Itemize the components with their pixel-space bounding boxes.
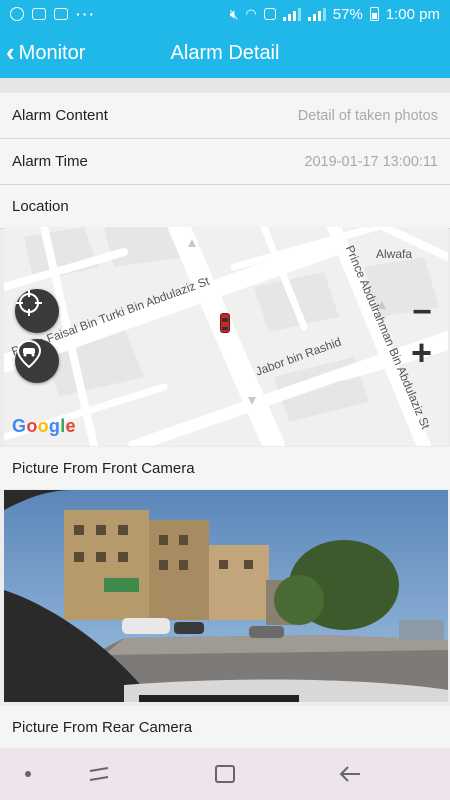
area-label: Alwafa — [376, 247, 413, 261]
back-label: Monitor — [18, 41, 86, 64]
location-label-text: Location — [12, 198, 69, 215]
alarm-time-row: Alarm Time 2019-01-17 13:00:11 — [0, 139, 450, 185]
zoom-in-button[interactable]: + — [411, 335, 432, 371]
alarm-time-label: Alarm Time — [12, 153, 88, 170]
car-pin-icon — [16, 339, 42, 369]
front-camera-image — [4, 490, 448, 702]
rear-camera-label: Picture From Rear Camera — [0, 706, 450, 748]
dot-icon[interactable] — [16, 762, 40, 786]
clock: 1:00 pm — [385, 5, 440, 23]
location-map[interactable]: Prince Faisal Bin Turki Bin Abdulaziz St… — [4, 227, 448, 446]
alarm-content-row: Alarm Content Detail of taken photos — [0, 93, 450, 139]
locate-target-button[interactable] — [15, 289, 59, 333]
alarm-time-value: 2019-01-17 13:00:11 — [304, 153, 438, 170]
crosshair-icon — [16, 290, 42, 316]
alarm-content-label: Alarm Content — [12, 107, 108, 124]
signal-icon — [307, 7, 326, 21]
detail-list: Alarm Content Detail of taken photos Ala… — [0, 78, 450, 229]
recent-apps-button[interactable] — [87, 762, 111, 786]
home-button[interactable] — [213, 762, 237, 786]
nav-bar: ‹ Monitor Alarm Detail — [0, 28, 450, 78]
status-bar: ··· 🔇︎ ◠ 57% 1:00 pm — [0, 0, 450, 28]
wifi-icon: ◠ — [245, 6, 257, 21]
recents-icon — [89, 767, 109, 781]
front-camera-photo[interactable] — [4, 490, 448, 702]
rear-camera-label-text: Picture From Rear Camera — [12, 718, 193, 736]
google-logo: Google — [12, 416, 76, 436]
divider — [0, 78, 450, 93]
location-label: Location — [0, 185, 450, 229]
home-icon — [215, 765, 235, 783]
system-nav-bar — [0, 748, 450, 800]
chevron-left-icon: ‹ — [6, 36, 15, 67]
front-camera-label: Picture From Front Camera — [0, 447, 450, 489]
volte-icon — [263, 8, 276, 20]
battery-percent: 57% — [332, 5, 363, 23]
alarm-content-value: Detail of taken photos — [297, 107, 438, 124]
whatsapp-icon — [10, 7, 24, 21]
arrow-left-icon — [339, 766, 360, 782]
battery-icon — [369, 7, 379, 21]
zoom-out-button[interactable]: − — [412, 295, 432, 329]
car-marker-icon — [220, 313, 230, 333]
instagram-icon — [54, 8, 68, 20]
more-icon: ··· — [76, 6, 96, 22]
locate-car-button[interactable] — [15, 339, 59, 383]
screen-icon — [32, 8, 46, 20]
back-nav-button[interactable] — [338, 762, 362, 786]
mute-icon: 🔇︎ — [229, 5, 239, 22]
front-camera-label-text: Picture From Front Camera — [12, 459, 195, 477]
signal-icon — [282, 7, 301, 21]
back-button[interactable]: ‹ Monitor — [6, 28, 85, 78]
